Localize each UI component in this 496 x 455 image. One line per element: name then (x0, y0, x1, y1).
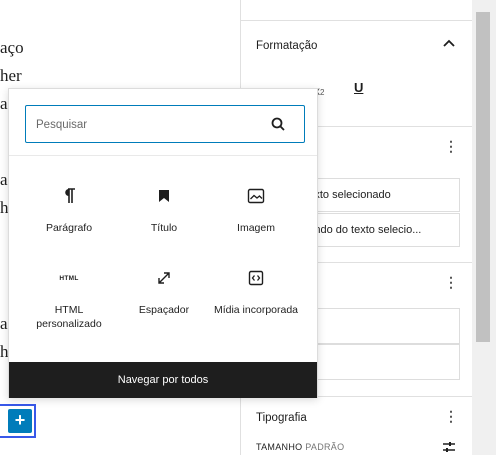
html-icon-text: HTML (59, 274, 79, 282)
block-embed[interactable]: Mídia incorporada (211, 267, 301, 317)
paragraph-icon (24, 185, 114, 207)
sidebar-divider (240, 20, 472, 21)
more-options-icon[interactable]: ⋮ (444, 274, 458, 291)
search-icon[interactable] (268, 114, 288, 134)
block-label: Imagem (237, 222, 275, 234)
popover-divider (9, 155, 317, 156)
block-heading[interactable]: Título (119, 185, 209, 235)
formatting-panel-title[interactable]: Formatação (256, 40, 317, 52)
underline-icon[interactable]: U (354, 80, 363, 95)
block-image[interactable]: Imagem (211, 185, 301, 235)
block-inserter-popover: Parágrafo Título Imagem HTML HTML person… (8, 88, 318, 398)
more-options-icon[interactable]: ⋮ (444, 408, 458, 425)
block-custom-html[interactable]: HTML HTML personalizado (24, 267, 114, 331)
embed-icon (211, 267, 301, 289)
browse-all-button[interactable]: Navegar por todos (9, 362, 317, 398)
bookmark-icon (119, 185, 209, 207)
block-spacer[interactable]: Espaçador (119, 267, 209, 317)
block-label: HTML personalizado (36, 304, 102, 330)
resize-arrows-icon (119, 267, 209, 289)
block-label: Espaçador (138, 304, 190, 316)
block-label: Título (150, 222, 178, 234)
scrollbar-thumb[interactable] (476, 12, 490, 342)
paragraph-fragment[interactable]: her (0, 66, 22, 86)
paragraph-fragment[interactable]: aço (0, 38, 24, 58)
image-icon (211, 185, 301, 207)
font-size-title: TAMANHO (256, 442, 303, 452)
block-label: Parágrafo (45, 222, 93, 234)
sliders-icon[interactable] (442, 440, 456, 454)
font-size-label: TAMANHO PADRÃO (256, 442, 344, 452)
font-size-default: PADRÃO (305, 442, 345, 452)
search-box[interactable] (25, 105, 305, 143)
add-block-button[interactable]: + (8, 409, 32, 433)
chevron-up-icon[interactable] (442, 36, 456, 48)
more-options-icon[interactable]: ⋮ (444, 138, 458, 155)
typography-panel-title[interactable]: Tipografia (256, 412, 307, 424)
html-icon: HTML (24, 267, 114, 289)
paragraph-fragment[interactable]: a (0, 94, 8, 114)
search-input[interactable] (36, 115, 256, 135)
block-label: Mídia incorporada (213, 304, 299, 316)
block-paragraph[interactable]: Parágrafo (24, 185, 114, 235)
